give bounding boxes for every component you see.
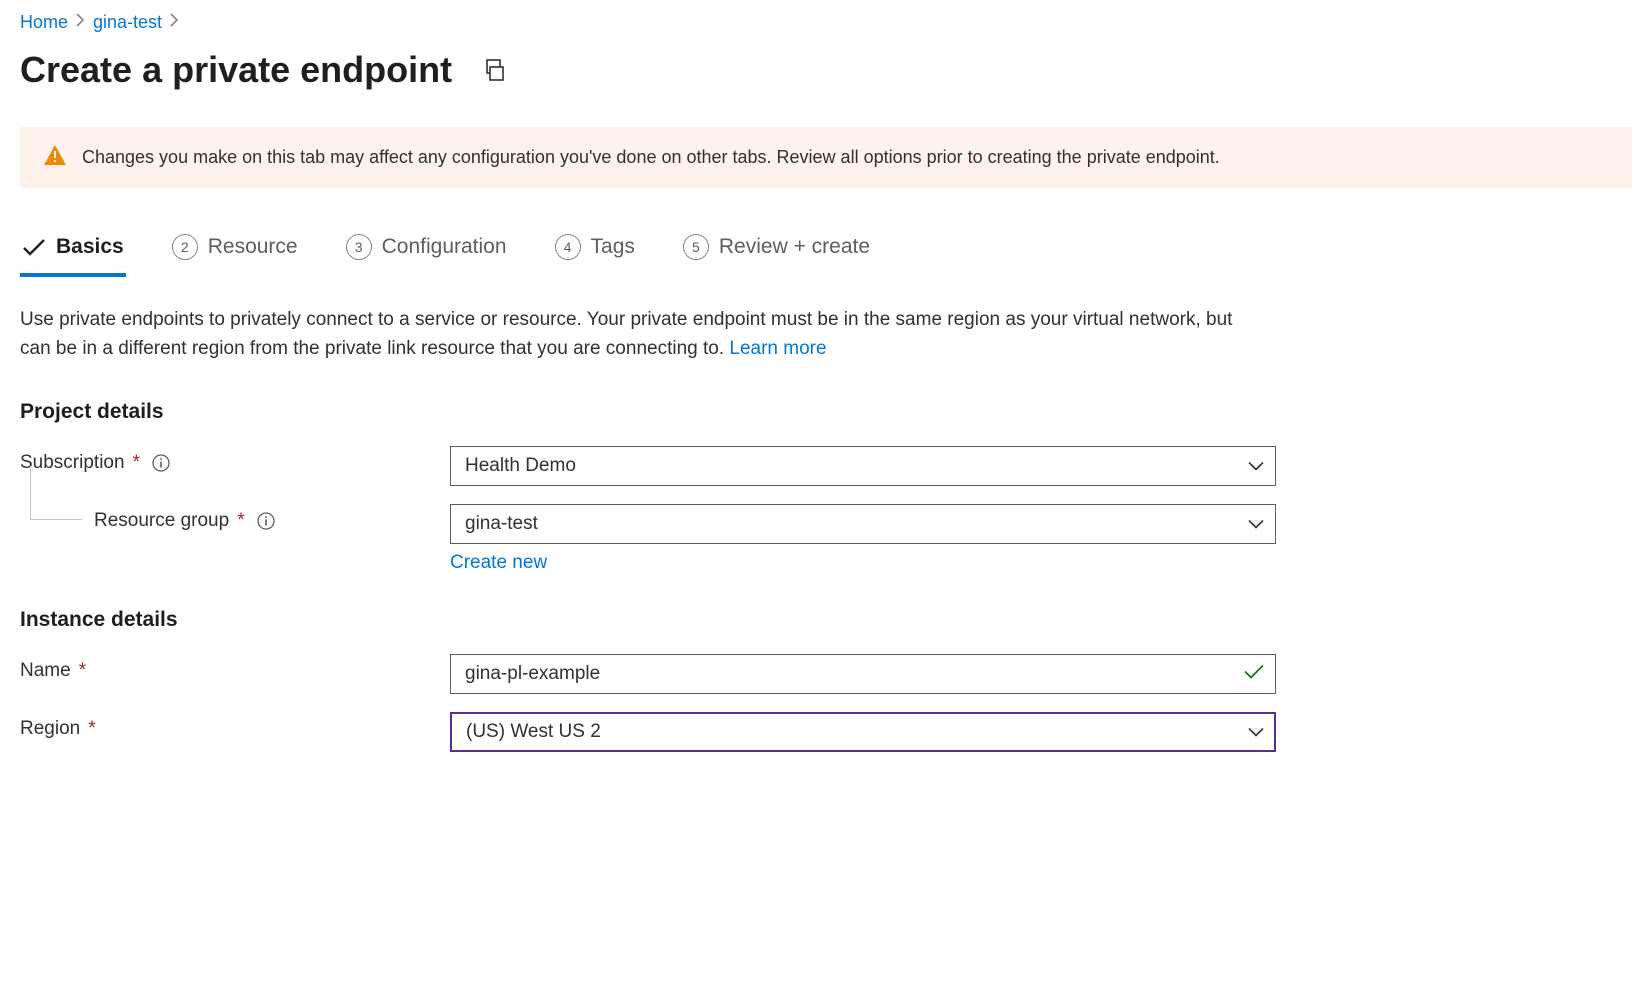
tab-configuration[interactable]: 3 Configuration (344, 226, 509, 278)
resource-group-label: Resource group * (20, 504, 450, 532)
section-heading-instance: Instance details (20, 608, 1636, 632)
breadcrumb-link-resource[interactable]: gina-test (93, 12, 162, 33)
warning-text: Changes you make on this tab may affect … (82, 147, 1220, 168)
tab-label: Resource (208, 235, 298, 259)
tab-resource[interactable]: 2 Resource (170, 226, 300, 278)
tab-label: Review + create (719, 235, 870, 259)
tab-tags[interactable]: 4 Tags (553, 226, 637, 278)
chevron-right-icon (170, 13, 179, 32)
name-label: Name * (20, 654, 450, 682)
step-indicator: 3 (346, 234, 372, 260)
tree-connector (30, 466, 82, 520)
required-indicator: * (79, 660, 86, 682)
learn-more-link[interactable]: Learn more (729, 338, 826, 359)
tab-label: Basics (56, 235, 124, 259)
check-icon (22, 237, 46, 257)
section-heading-project: Project details (20, 400, 1636, 424)
chevron-right-icon (76, 13, 85, 32)
tab-basics[interactable]: Basics (20, 227, 126, 277)
create-new-link[interactable]: Create new (450, 552, 547, 573)
subscription-select[interactable]: Health Demo (450, 446, 1276, 486)
required-indicator: * (133, 452, 140, 474)
region-label: Region * (20, 712, 450, 740)
warning-banner: Changes you make on this tab may affect … (20, 127, 1632, 188)
tab-review-create[interactable]: 5 Review + create (681, 226, 872, 278)
breadcrumb: Home gina-test (20, 8, 1636, 43)
region-select[interactable]: (US) West US 2 (450, 712, 1276, 752)
step-indicator: 5 (683, 234, 709, 260)
intro-text: Use private endpoints to privately conne… (20, 305, 1260, 364)
step-indicator: 2 (172, 234, 198, 260)
info-icon[interactable] (257, 512, 275, 530)
step-indicator: 4 (555, 234, 581, 260)
wizard-tabs: Basics 2 Resource 3 Configuration 4 Tags… (20, 226, 1636, 279)
warning-icon (44, 145, 66, 170)
breadcrumb-link-home[interactable]: Home (20, 12, 68, 33)
tab-label: Configuration (382, 235, 507, 259)
feedback-icon[interactable] (480, 55, 510, 85)
tab-label: Tags (591, 235, 635, 259)
name-input[interactable] (450, 654, 1276, 694)
info-icon[interactable] (152, 454, 170, 472)
required-indicator: * (88, 718, 95, 740)
required-indicator: * (237, 510, 244, 532)
resource-group-select[interactable]: gina-test (450, 504, 1276, 544)
subscription-label: Subscription * (20, 446, 450, 474)
page-title: Create a private endpoint (20, 49, 452, 91)
